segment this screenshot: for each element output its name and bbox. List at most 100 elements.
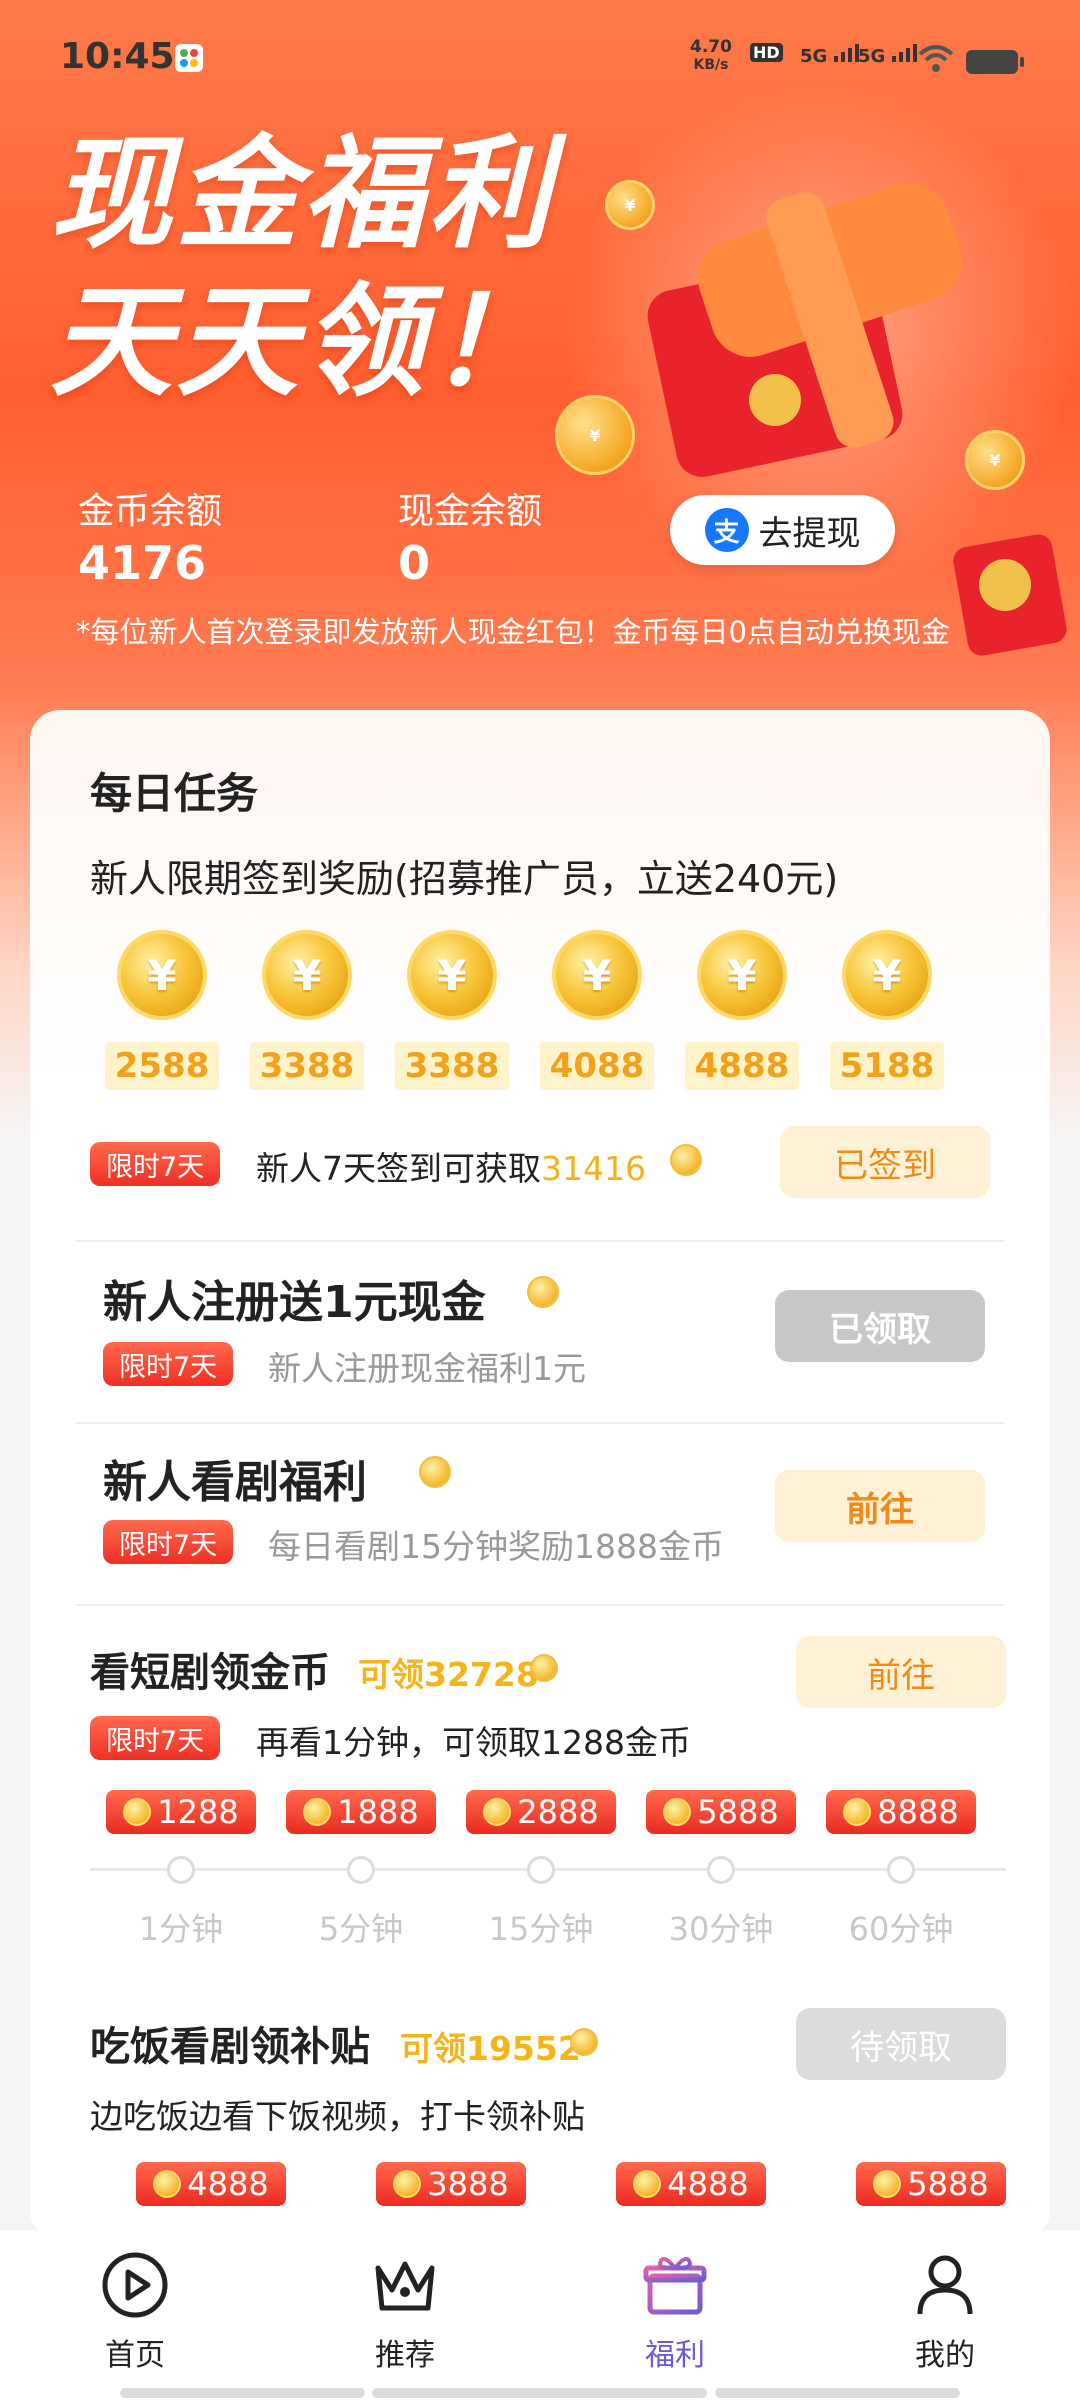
coin-icon <box>873 2170 902 2198</box>
nav-mine-label: 我的 <box>915 2338 975 2373</box>
sim2-label: 5G <box>858 46 886 67</box>
status-time: 10:45 <box>60 36 175 77</box>
coin-icon <box>153 2170 182 2198</box>
short-drama-reward-4: 5888 <box>646 1790 796 1834</box>
short-drama-reward-5: 8888 <box>826 1790 976 1834</box>
home-indicator-3 <box>715 2388 960 2398</box>
coin-icon <box>843 1798 872 1826</box>
bottom-nav: 首页 推荐 福利 我的 <box>0 2230 1080 2400</box>
meal-drama-available: 可领19552 <box>400 2029 581 2068</box>
checkin-coin-1: ¥ <box>117 930 207 1020</box>
checkin-title: 新人限期签到奖励(招募推广员，立送240元) <box>90 857 839 901</box>
timeline-dot-3 <box>527 1856 555 1884</box>
signal-icon-1: 5G <box>800 42 864 67</box>
short-drama-reward-3: 2888 <box>466 1790 616 1834</box>
short-drama-reward-2: 1888 <box>286 1790 436 1834</box>
task-register-desc: 新人注册现金福利1元 <box>268 1349 586 1388</box>
checkin-amount-5: 4888 <box>685 1042 799 1090</box>
short-drama-reward-1: 1288 <box>106 1790 256 1834</box>
nav-home-label: 首页 <box>105 2338 165 2373</box>
coin-icon <box>393 2170 422 2198</box>
hero-title-line2: 天天领！ <box>50 271 554 413</box>
short-drama-go-button[interactable]: 前往 <box>796 1636 1006 1708</box>
task-watch-tag: 限时7天 <box>103 1520 234 1564</box>
app-notification-icon <box>175 44 203 72</box>
nav-mine[interactable]: 我的 <box>865 2250 1025 2374</box>
checkin-coin-3: ¥ <box>407 930 497 1020</box>
timeline-dot-2 <box>347 1856 375 1884</box>
coin-icon <box>663 1798 692 1826</box>
nav-welfare[interactable]: 福利 <box>595 2250 755 2374</box>
meal-drama-desc: 边吃饭边看下饭视频，打卡领补贴 <box>90 2097 585 2136</box>
checkin-coin-4: ¥ <box>552 930 642 1020</box>
network-speed: 4.70 KB/s <box>690 38 732 74</box>
milestone-label-5: 60分钟 <box>848 1910 954 1948</box>
coin-icon <box>483 1798 512 1826</box>
hero-title: 现金福利 天天领！ <box>50 120 554 416</box>
task-register-claimed-button[interactable]: 已领取 <box>775 1290 985 1362</box>
timeline-dot-1 <box>167 1856 195 1884</box>
coin-icon <box>633 2170 662 2198</box>
checkin-reward-label: 新人7天签到可获取 <box>256 1149 541 1188</box>
status-bar: 10:45 4.70 KB/s HD 5G 5G <box>0 0 1080 110</box>
task-register-tag: 限时7天 <box>103 1342 234 1386</box>
gift-icon <box>643 2256 707 2315</box>
meal-drama-reward-1: 4888 <box>136 2162 286 2206</box>
milestone-label-1: 1分钟 <box>138 1910 224 1948</box>
cash-balance-value: 0 <box>398 536 431 590</box>
crown-icon <box>375 2261 435 2311</box>
coin-icon <box>419 1456 451 1488</box>
task-register-title: 新人注册送1元现金 <box>103 1277 486 1328</box>
daily-tasks-title: 每日任务 <box>90 769 259 818</box>
nav-recommend[interactable]: 推荐 <box>325 2250 485 2374</box>
withdraw-label: 去提现 <box>758 513 861 554</box>
task-watch-desc: 每日看剧15分钟奖励1888金币 <box>268 1527 724 1566</box>
battery-icon <box>966 50 1024 74</box>
checked-in-button[interactable]: 已签到 <box>780 1126 990 1198</box>
short-drama-available: 可领32728 <box>358 1655 539 1694</box>
checkin-coin-2: ¥ <box>262 930 352 1020</box>
coin-icon <box>303 1798 332 1826</box>
coin-icon <box>527 1276 559 1308</box>
task-watch-title: 新人看剧福利 <box>103 1457 367 1508</box>
milestone-label-3: 15分钟 <box>488 1910 594 1948</box>
task-watch-go-button[interactable]: 前往 <box>775 1470 985 1542</box>
coin-decoration-1: ¥ <box>555 395 635 475</box>
short-drama-desc: 再看1分钟，可领取1288金币 <box>256 1723 691 1762</box>
divider <box>75 1422 1005 1424</box>
signal-icon-2: 5G <box>858 42 922 67</box>
cash-balance-label: 现金余额 <box>398 491 543 532</box>
withdraw-button[interactable]: 支 去提现 <box>670 495 895 565</box>
divider <box>75 1240 1005 1242</box>
checkin-coin-6: ¥ <box>842 930 932 1020</box>
milestone-label-2: 5分钟 <box>318 1910 404 1948</box>
short-drama-title: 看短剧领金币 <box>90 1650 330 1696</box>
network-speed-value: 4.70 <box>690 37 732 57</box>
nav-home[interactable]: 首页 <box>55 2250 215 2374</box>
home-indicator-2 <box>372 2388 707 2398</box>
divider <box>75 1604 1005 1606</box>
checkin-amount-1: 2588 <box>105 1042 219 1090</box>
coin-icon <box>670 1144 702 1176</box>
wifi-icon <box>918 45 954 72</box>
meal-drama-reward-2: 3888 <box>376 2162 526 2206</box>
newcomer-notice: *每位新人首次登录即发放新人现金红包！金币每日0点自动兑换现金 <box>76 615 950 649</box>
checkin-amount-6: 5188 <box>830 1042 944 1090</box>
nav-recommend-label: 推荐 <box>375 2338 435 2373</box>
checkin-reward-text: 新人7天签到可获取31416 <box>256 1142 646 1190</box>
meal-drama-title: 吃饭看剧领补贴 <box>90 2024 370 2070</box>
short-drama-tag: 限时7天 <box>90 1716 221 1760</box>
coin-decoration-3: ¥ <box>605 180 655 230</box>
meal-drama-pending-button[interactable]: 待领取 <box>796 2008 1006 2080</box>
nav-welfare-label: 福利 <box>645 2338 705 2373</box>
coin-decoration-2: ¥ <box>965 430 1025 490</box>
meal-drama-reward-3: 4888 <box>616 2162 766 2206</box>
checkin-reward-total: 31416 <box>541 1149 646 1188</box>
coin-icon <box>123 1798 152 1826</box>
checkin-coin-5: ¥ <box>697 930 787 1020</box>
timeline-dot-5 <box>887 1856 915 1884</box>
sim1-label: 5G <box>800 46 828 67</box>
checkin-amount-3: 3388 <box>395 1042 509 1090</box>
coin-icon <box>530 1654 558 1682</box>
hd-icon: HD <box>750 42 783 63</box>
